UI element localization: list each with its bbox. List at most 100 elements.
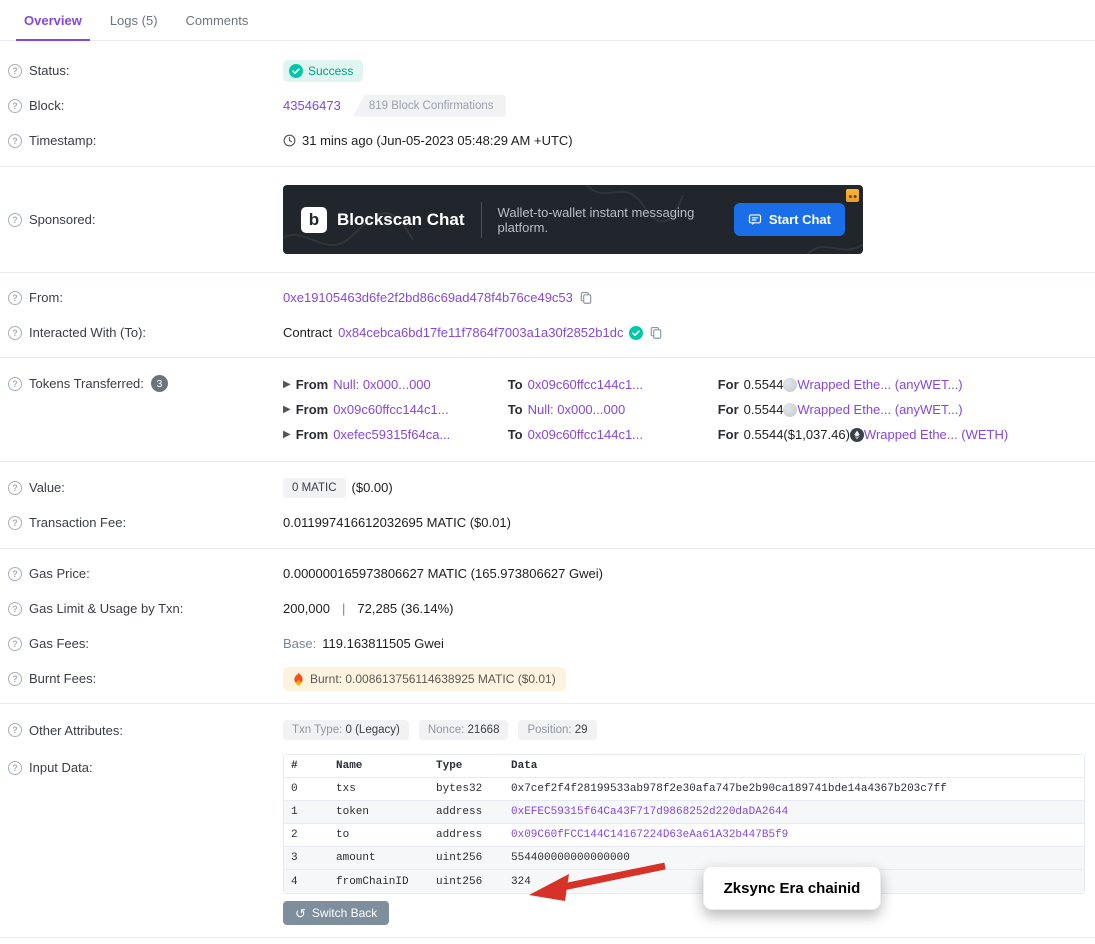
col-header-type: Type: [429, 760, 504, 772]
timestamp-label: Timestamp:: [29, 133, 96, 148]
status-label: Status:: [29, 63, 69, 78]
ad-indicator-icon[interactable]: [846, 189, 859, 202]
block-number-link[interactable]: 43546473: [283, 98, 341, 113]
gas-limit-separator: |: [342, 601, 345, 616]
sponsored-banner[interactable]: b Blockscan Chat Wallet-to-wallet instan…: [283, 185, 863, 254]
transfer-from-address[interactable]: Null: 0x000...000: [333, 377, 431, 392]
check-circle-icon: [289, 64, 303, 78]
copy-icon[interactable]: [649, 326, 663, 340]
transfer-for-label: For: [718, 402, 739, 417]
help-icon[interactable]: ?: [8, 326, 22, 340]
token-name-link[interactable]: Wrapped Ethe... (WETH): [864, 427, 1008, 442]
annotation-arrow: [515, 857, 685, 907]
transfer-from-label: From: [296, 377, 329, 392]
help-icon[interactable]: ?: [8, 761, 22, 775]
transfer-to-label: To: [508, 427, 523, 442]
cell-name: fromChainID: [329, 876, 429, 888]
banner-divider: [481, 202, 482, 238]
status-row: ? Status: Success: [0, 53, 1095, 88]
other-attributes-label: Other Attributes:: [29, 723, 123, 738]
help-icon[interactable]: ?: [8, 516, 22, 530]
transaction-fee-value: 0.011997416612032695 MATIC ($0.01): [283, 515, 511, 530]
start-chat-label: Start Chat: [769, 212, 831, 227]
nonce-label: Nonce:: [428, 724, 464, 736]
transfer-to-label: To: [508, 402, 523, 417]
burnt-fees-text: Burnt: 0.008613756114638925 MATIC ($0.01…: [310, 672, 556, 686]
nonce-value: 21668: [467, 724, 499, 736]
help-icon[interactable]: ?: [8, 481, 22, 495]
help-icon[interactable]: ?: [8, 672, 22, 686]
cell-data-address-link[interactable]: 0xEFEC59315f64Ca43F717d9868252d220daDA26…: [504, 806, 1084, 818]
cell-index: 0: [284, 783, 329, 795]
block-row: ? Block: 43546473 819 Block Confirmation…: [0, 88, 1095, 123]
token-name-link[interactable]: Wrapped Ethe... (anyWET...): [797, 402, 962, 417]
caret-icon[interactable]: ▶: [283, 379, 291, 390]
tokens-transferred-label: Tokens Transferred:: [29, 376, 144, 391]
col-header-name: Name: [329, 760, 429, 772]
contract-address-link[interactable]: 0x84cebca6bd17fe11f7864f7003a1a30f2852b1…: [338, 325, 623, 340]
value-badge: 0 MATIC: [283, 478, 346, 498]
transfer-amount: 0.5544: [744, 427, 784, 442]
token-transfer-row: ▶ From0xefec59315f64ca... To0x09c60ffcc1…: [283, 422, 1008, 447]
other-attributes-row: ? Other Attributes: Txn Type: 0 (Legacy)…: [0, 710, 1095, 750]
from-address-link[interactable]: 0xe19105463d6fe2f2bd86c69ad478f4b76ce49c…: [283, 290, 573, 305]
tab-overview[interactable]: Overview: [10, 0, 96, 40]
burnt-fees-badge: Burnt: 0.008613756114638925 MATIC ($0.01…: [283, 667, 566, 691]
flame-icon: [293, 672, 304, 686]
token-icon: [783, 378, 797, 392]
nonce-badge: Nonce: 21668: [419, 720, 509, 740]
gas-fees-label: Gas Fees:: [29, 636, 89, 651]
help-icon[interactable]: ?: [8, 377, 22, 391]
rotate-back-icon: ↺: [295, 907, 306, 920]
from-label: From:: [29, 290, 63, 305]
cell-index: 1: [284, 806, 329, 818]
help-icon[interactable]: ?: [8, 723, 22, 737]
input-data-header-row: # Name Type Data: [284, 755, 1084, 778]
tab-overview-label: Overview: [24, 13, 82, 28]
cell-type: address: [429, 806, 504, 818]
copy-icon[interactable]: [579, 291, 593, 305]
switch-back-button[interactable]: ↺ Switch Back: [283, 901, 389, 925]
caret-icon[interactable]: ▶: [283, 429, 291, 440]
tab-comments[interactable]: Comments: [172, 0, 263, 40]
transfer-to-label: To: [508, 377, 523, 392]
status-badge: Success: [283, 60, 363, 82]
tab-logs-label: Logs (5): [110, 13, 158, 28]
transfer-to-address[interactable]: 0x09c60ffcc144c1...: [528, 377, 643, 392]
cell-data-address-link[interactable]: 0x09C60fFCC144C14167224D63eAa61A32b447B5…: [504, 829, 1084, 841]
sponsored-label: Sponsored:: [29, 212, 96, 227]
help-icon[interactable]: ?: [8, 99, 22, 113]
tab-logs[interactable]: Logs (5): [96, 0, 172, 40]
burnt-fees-row: ? Burnt Fees: Burnt: 0.00861375611463892…: [0, 661, 1095, 696]
timestamp-value: 31 mins ago (Jun-05-2023 05:48:29 AM +UT…: [302, 133, 573, 148]
cell-index: 2: [284, 829, 329, 841]
help-icon[interactable]: ?: [8, 64, 22, 78]
token-transfer-row: ▶ From Null: 0x000...000 To 0x09c60ffcc144…: [283, 372, 1008, 397]
caret-icon[interactable]: ▶: [283, 404, 291, 415]
help-icon[interactable]: ?: [8, 567, 22, 581]
input-data-label: Input Data:: [29, 760, 93, 775]
help-icon[interactable]: ?: [8, 602, 22, 616]
position-badge: Position: 29: [518, 720, 596, 740]
transfer-to-address[interactable]: 0x09c60ffcc144c1...: [528, 427, 643, 442]
help-icon[interactable]: ?: [8, 291, 22, 305]
timestamp-row: ? Timestamp: 31 mins ago (Jun-05-2023 05…: [0, 123, 1095, 158]
transfer-to-address[interactable]: Null: 0x000...000: [528, 402, 626, 417]
token-transfer-row: ▶ From0x09c60ffcc144c1... ToNull: 0x000.…: [283, 397, 1008, 422]
transfer-usd-value: ($1,037.46): [783, 427, 850, 442]
weth-token-icon: [850, 428, 864, 442]
help-icon[interactable]: ?: [8, 637, 22, 651]
start-chat-button[interactable]: Start Chat: [734, 203, 845, 236]
cell-data: 0x7cef2f4f28199533ab978f2e30afa747be2b90…: [504, 783, 1084, 795]
transfer-from-address[interactable]: 0x09c60ffcc144c1...: [333, 402, 448, 417]
transfer-from-address[interactable]: 0xefec59315f64ca...: [333, 427, 450, 442]
txn-type-value: 0 (Legacy): [346, 724, 400, 736]
table-row: 2 to address 0x09C60fFCC144C14167224D63e…: [284, 824, 1084, 847]
help-icon[interactable]: ?: [8, 134, 22, 148]
token-name-link[interactable]: Wrapped Ethe... (anyWET...): [797, 377, 962, 392]
gas-limit-value: 200,000: [283, 601, 330, 616]
cell-name: amount: [329, 852, 429, 864]
section-divider: [0, 937, 1095, 938]
help-icon[interactable]: ?: [8, 213, 22, 227]
cell-type: address: [429, 829, 504, 841]
